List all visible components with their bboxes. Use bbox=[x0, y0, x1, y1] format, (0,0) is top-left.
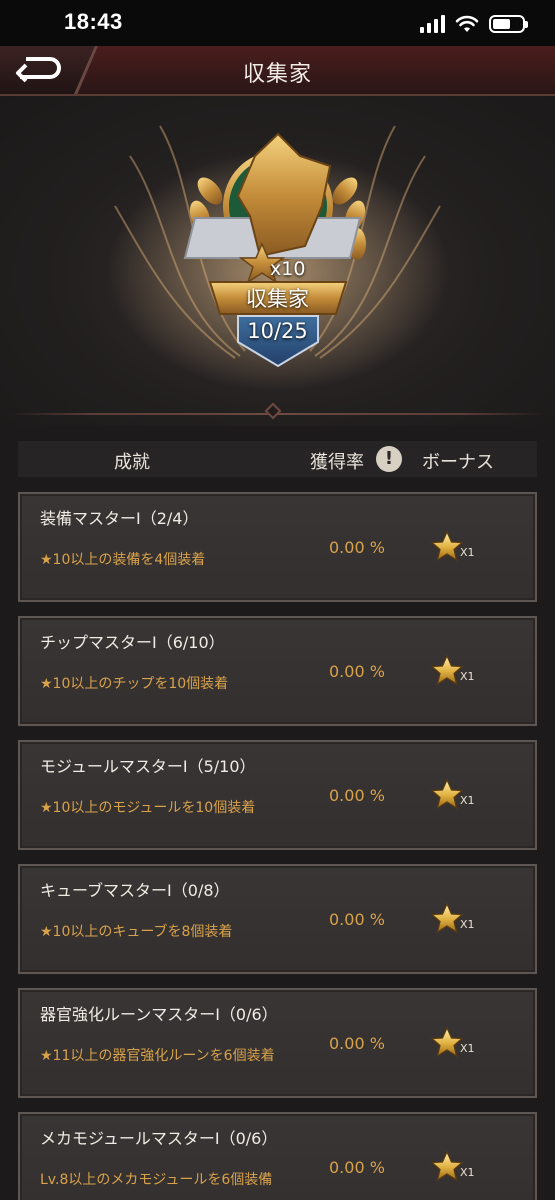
achievement-row[interactable]: キューブマスターⅠ（0/8） ★10以上のキューブを8個装着 0.00 % X1 bbox=[18, 864, 537, 974]
achievement-rate: 0.00 % bbox=[329, 1034, 385, 1053]
achievement-description: ★10以上のキューブを8個装着 bbox=[40, 924, 233, 940]
achievement-rate: 0.00 % bbox=[329, 662, 385, 681]
achievement-row[interactable]: 器官強化ルーンマスターⅠ（0/6） ★11以上の器官強化ルーンを6個装着 0.0… bbox=[18, 988, 537, 1098]
badge-progress: 10/25 bbox=[247, 319, 308, 343]
bonus-count: X1 bbox=[460, 1166, 475, 1179]
achievement-bonus: X1 bbox=[430, 902, 490, 938]
achievement-rate: 0.00 % bbox=[329, 910, 385, 929]
info-icon[interactable]: ! bbox=[376, 446, 402, 472]
column-header-rate: 獲得率 bbox=[310, 452, 364, 473]
bonus-count: X1 bbox=[460, 1042, 475, 1055]
achievement-title: モジュールマスターⅠ（5/10） bbox=[40, 757, 256, 776]
star-icon bbox=[430, 1026, 464, 1058]
status-time: 18:43 bbox=[64, 9, 123, 34]
wifi-icon bbox=[455, 15, 479, 32]
bonus-count: X1 bbox=[460, 918, 475, 931]
achievement-bonus: X1 bbox=[430, 778, 490, 814]
achievement-rate: 0.00 % bbox=[329, 1158, 385, 1177]
status-icons bbox=[420, 13, 528, 35]
achievement-row[interactable]: モジュールマスターⅠ（5/10） ★10以上のモジュールを10個装着 0.00 … bbox=[18, 740, 537, 850]
achievement-title: メカモジュールマスターⅠ（0/6） bbox=[40, 1129, 278, 1148]
hero-banner: x10 収集家 10/25 bbox=[0, 96, 555, 426]
achievement-rate: 0.00 % bbox=[329, 786, 385, 805]
achievement-rate: 0.00 % bbox=[329, 538, 385, 557]
achievement-bonus: X1 bbox=[430, 654, 490, 690]
status-bar: 18:43 bbox=[0, 0, 555, 46]
battery-icon bbox=[489, 15, 528, 33]
page-title: 収集家 bbox=[242, 62, 312, 87]
achievement-bonus: X1 bbox=[430, 1150, 490, 1186]
star-icon bbox=[430, 654, 464, 686]
star-icon bbox=[430, 902, 464, 934]
column-header-bonus: ボーナス bbox=[422, 452, 494, 473]
column-header-achievement: 成就 bbox=[114, 452, 150, 473]
achievement-description: ★10以上のチップを10個装着 bbox=[40, 676, 229, 692]
achievement-row[interactable]: チップマスターⅠ（6/10） ★10以上のチップを10個装着 0.00 % X1 bbox=[18, 616, 537, 726]
achievement-description: ★11以上の器官強化ルーンを6個装着 bbox=[40, 1048, 275, 1064]
achievement-title: 装備マスターⅠ（2/4） bbox=[40, 509, 199, 528]
bonus-count: X1 bbox=[460, 670, 475, 683]
achievement-row[interactable]: 装備マスターⅠ（2/4） ★10以上の装備を4個装着 0.00 % X1 bbox=[18, 492, 537, 602]
achievement-description: ★10以上の装備を4個装着 bbox=[40, 552, 206, 568]
badge-star-multiplier: x10 bbox=[270, 258, 306, 280]
star-icon bbox=[430, 778, 464, 810]
signal-icon bbox=[420, 15, 445, 33]
achievement-row[interactable]: メカモジュールマスターⅠ（0/6） Lv.8以上のメカモジュールを6個装備 0.… bbox=[18, 1112, 537, 1200]
star-icon bbox=[430, 530, 464, 562]
achievement-bonus: X1 bbox=[430, 530, 490, 566]
bonus-count: X1 bbox=[460, 546, 475, 559]
badge-name: 収集家 bbox=[246, 287, 309, 311]
achievement-title: チップマスターⅠ（6/10） bbox=[40, 633, 225, 652]
table-header: 成就 獲得率 ! ボーナス bbox=[18, 441, 537, 477]
achievement-bonus: X1 bbox=[430, 1026, 490, 1062]
achievement-title: キューブマスターⅠ（0/8） bbox=[40, 881, 230, 900]
bonus-count: X1 bbox=[460, 794, 475, 807]
achievement-title: 器官強化ルーンマスターⅠ（0/6） bbox=[40, 1005, 278, 1024]
header-bar: 収集家 bbox=[0, 46, 555, 96]
achievement-description: Lv.8以上のメカモジュールを6個装備 bbox=[40, 1172, 273, 1188]
achievement-description: ★10以上のモジュールを10個装着 bbox=[40, 800, 256, 816]
star-icon bbox=[430, 1150, 464, 1182]
